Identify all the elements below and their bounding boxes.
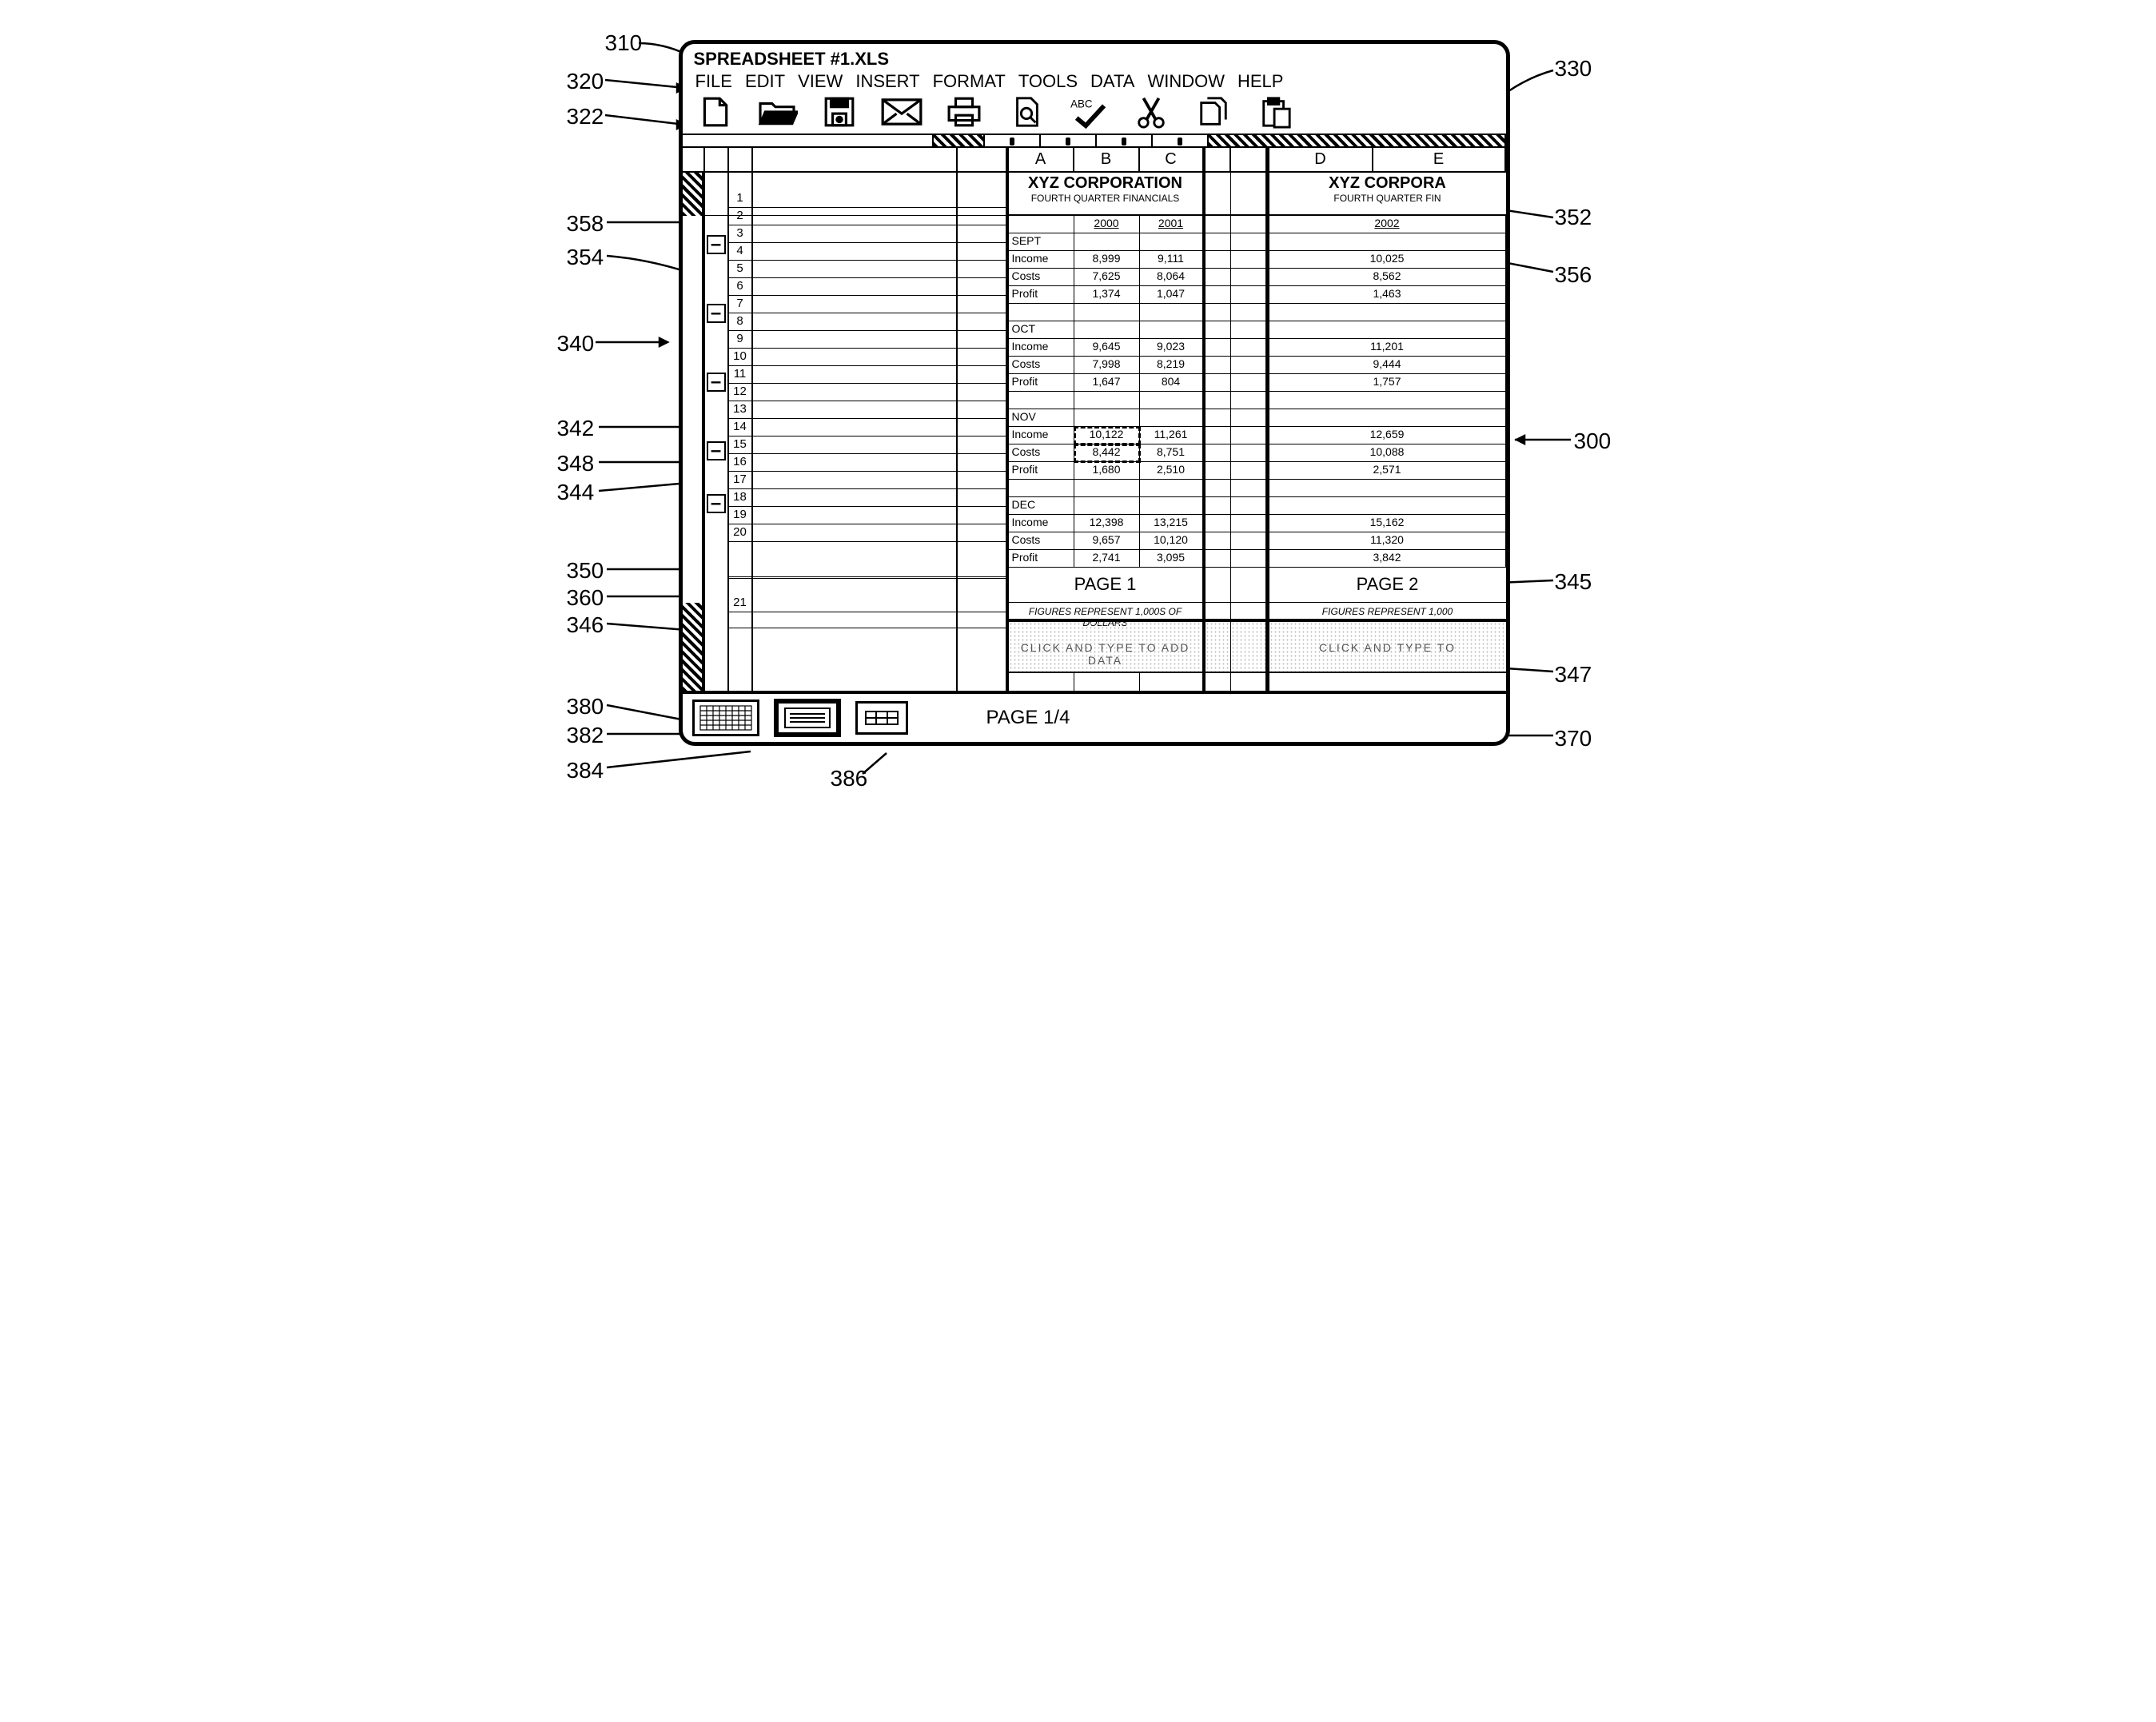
collapse-btn-3[interactable]: – [707, 373, 726, 392]
menu-help[interactable]: HELP [1233, 71, 1288, 92]
mail-icon[interactable] [879, 95, 924, 129]
view-mode-page[interactable] [774, 699, 841, 737]
view-mode-grid[interactable] [692, 700, 759, 736]
print-icon[interactable] [942, 95, 986, 129]
paste-icon[interactable] [1253, 95, 1298, 129]
callout-360: 360 [567, 587, 604, 609]
callout-346: 346 [567, 614, 604, 636]
page-indicator: PAGE 1/4 [986, 707, 1070, 729]
menu-tools[interactable]: TOOLS [1014, 71, 1082, 92]
page1-title: XYZ CORPORATION [1009, 174, 1202, 193]
callout-352: 352 [1555, 206, 1592, 229]
window-title: SPREADSHEET #1.XLS [683, 44, 1506, 71]
h-page-ruler[interactable] [683, 134, 1506, 148]
cut-icon[interactable] [1129, 95, 1174, 129]
col-a: A [1009, 148, 1074, 171]
callout-356: 356 [1555, 264, 1592, 286]
menubar: FILE EDIT VIEW INSERT FORMAT TOOLS DATA … [683, 71, 1506, 92]
callout-347: 347 [1555, 664, 1592, 686]
worksheet-body[interactable]: XYZ CORPORATION FOURTH QUARTER FINANCIAL… [1009, 173, 1506, 691]
callout-320: 320 [567, 70, 604, 93]
callout-342: 342 [557, 417, 595, 440]
outline-collapse-col: – – – – – [705, 173, 729, 691]
collapse-btn-1[interactable]: – [707, 235, 726, 254]
preview-icon[interactable] [1004, 95, 1049, 129]
callout-350: 350 [567, 560, 604, 582]
v-page-ruler[interactable] [683, 173, 705, 691]
menu-data[interactable]: DATA [1086, 71, 1139, 92]
callout-370: 370 [1555, 727, 1592, 750]
callout-322: 322 [567, 106, 604, 128]
callout-382: 382 [567, 724, 604, 747]
callout-358: 358 [567, 213, 604, 235]
callout-354: 354 [567, 246, 604, 269]
callout-344: 344 [557, 481, 595, 504]
callout-345: 345 [1555, 571, 1592, 593]
page1-subtitle: FOURTH QUARTER FINANCIALS [1009, 193, 1202, 204]
menu-window[interactable]: WINDOW [1142, 71, 1229, 92]
menu-view[interactable]: VIEW [793, 71, 847, 92]
copy-icon[interactable] [1191, 95, 1236, 129]
collapse-btn-5[interactable]: – [707, 494, 726, 513]
app-window: SPREADSHEET #1.XLS FILE EDIT VIEW INSERT… [679, 40, 1510, 746]
column-headers[interactable]: A B C D E [683, 148, 1506, 173]
callout-330: 330 [1555, 58, 1592, 80]
callout-340: 340 [557, 333, 595, 355]
page2-subtitle: FOURTH QUARTER FIN [1269, 193, 1506, 204]
callout-310: 310 [605, 32, 643, 54]
callout-386: 386 [831, 767, 868, 790]
menu-file[interactable]: FILE [691, 71, 737, 92]
inner-margin-col [958, 173, 1009, 691]
col-d: D [1269, 148, 1373, 171]
col-c: C [1140, 148, 1206, 171]
save-icon[interactable] [817, 95, 862, 129]
row-headers[interactable]: 12345 678910 1112131415 1617181920 21 [729, 173, 753, 691]
collapse-btn-4[interactable]: – [707, 441, 726, 460]
menu-format[interactable]: FORMAT [928, 71, 1010, 92]
callout-348: 348 [557, 452, 595, 475]
status-bar: PAGE 1/4 [683, 691, 1506, 742]
open-icon[interactable] [755, 95, 799, 129]
toolbar: ABC [683, 92, 1506, 134]
page1-label: PAGE 1 [1009, 568, 1206, 602]
page2-label: PAGE 2 [1269, 568, 1506, 602]
gap-col [753, 173, 958, 691]
spellcheck-icon[interactable]: ABC [1066, 95, 1111, 129]
page1-add-hint[interactable]: CLICK AND TYPE TO ADD DATA [1009, 622, 1206, 672]
page2-add-hint[interactable]: CLICK AND TYPE TO [1269, 622, 1506, 672]
col-b: B [1074, 148, 1140, 171]
callout-380: 380 [567, 696, 604, 718]
svg-text:ABC: ABC [1070, 98, 1093, 110]
col-e: E [1373, 148, 1506, 171]
view-mode-multi[interactable] [855, 701, 908, 735]
new-icon[interactable] [692, 95, 737, 129]
menu-edit[interactable]: EDIT [740, 71, 790, 92]
callout-300: 300 [1574, 430, 1612, 452]
data-grid[interactable]: 200020012002 SEPT Income8,9999,11110,025… [1009, 216, 1506, 568]
collapse-btn-2[interactable]: – [707, 304, 726, 323]
page2-title: XYZ CORPORA [1269, 174, 1506, 193]
callout-384: 384 [567, 759, 604, 782]
menu-insert[interactable]: INSERT [851, 71, 924, 92]
